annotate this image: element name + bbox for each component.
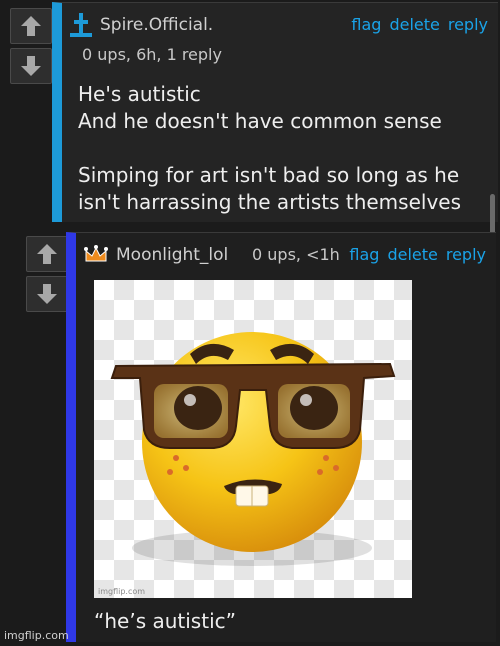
username[interactable]: Spire.Official.: [100, 15, 213, 35]
downvote-button[interactable]: [26, 276, 68, 312]
comment-meta: 0 ups, <1h: [252, 245, 340, 264]
comment-line: He's autistic: [78, 82, 201, 106]
image-watermark: imgflip.com: [98, 587, 146, 596]
comment-line: [78, 135, 461, 162]
comment-line: Simping for art isn't bad so long as he: [78, 163, 460, 187]
delete-link[interactable]: delete: [387, 245, 437, 264]
reply-link[interactable]: reply: [446, 245, 486, 264]
comment-1: Spire.Official. 0 ups, 6h, 1 reply flag …: [52, 2, 498, 222]
comment-line: isn't harrassing the artists themselves: [78, 190, 461, 214]
arrow-up-icon: [37, 244, 57, 264]
nerd-face-emoji: [110, 332, 396, 566]
crown-icon: [84, 245, 108, 262]
comment-actions: flag delete reply: [349, 245, 486, 264]
arrow-up-icon: [21, 16, 41, 36]
arrow-down-icon: [37, 284, 57, 304]
arrow-down-icon: [21, 56, 41, 76]
downvote-button[interactable]: [10, 48, 52, 84]
delete-link[interactable]: delete: [389, 15, 439, 34]
comment-meta: 0 ups, 6h, 1 reply: [82, 45, 222, 64]
flag-link[interactable]: flag: [349, 245, 379, 264]
pillar-icon: [70, 13, 92, 37]
comment-actions: flag delete reply: [351, 15, 488, 34]
reply-link[interactable]: reply: [448, 15, 488, 34]
site-watermark: imgflip.com: [4, 629, 69, 642]
upvote-button[interactable]: [26, 236, 68, 272]
vote-controls-comment-1: [10, 8, 52, 84]
comment-2: Moonlight_lol 0 ups, <1h flag delete rep…: [66, 232, 496, 642]
username[interactable]: Moonlight_lol: [116, 245, 228, 265]
image-caption: “he’s autistic”: [94, 609, 236, 633]
comment-header: Moonlight_lol 0 ups, <1h flag delete rep…: [76, 233, 496, 273]
vote-controls-comment-2: [26, 236, 68, 312]
comment-body: He's autistic And he doesn't have common…: [78, 81, 461, 216]
comment-image[interactable]: imgflip.com: [94, 280, 412, 598]
comment-header: Spire.Official. 0 ups, 6h, 1 reply flag …: [62, 3, 498, 64]
upvote-button[interactable]: [10, 8, 52, 44]
comment-line: And he doesn't have common sense: [78, 109, 442, 133]
flag-link[interactable]: flag: [351, 15, 381, 34]
